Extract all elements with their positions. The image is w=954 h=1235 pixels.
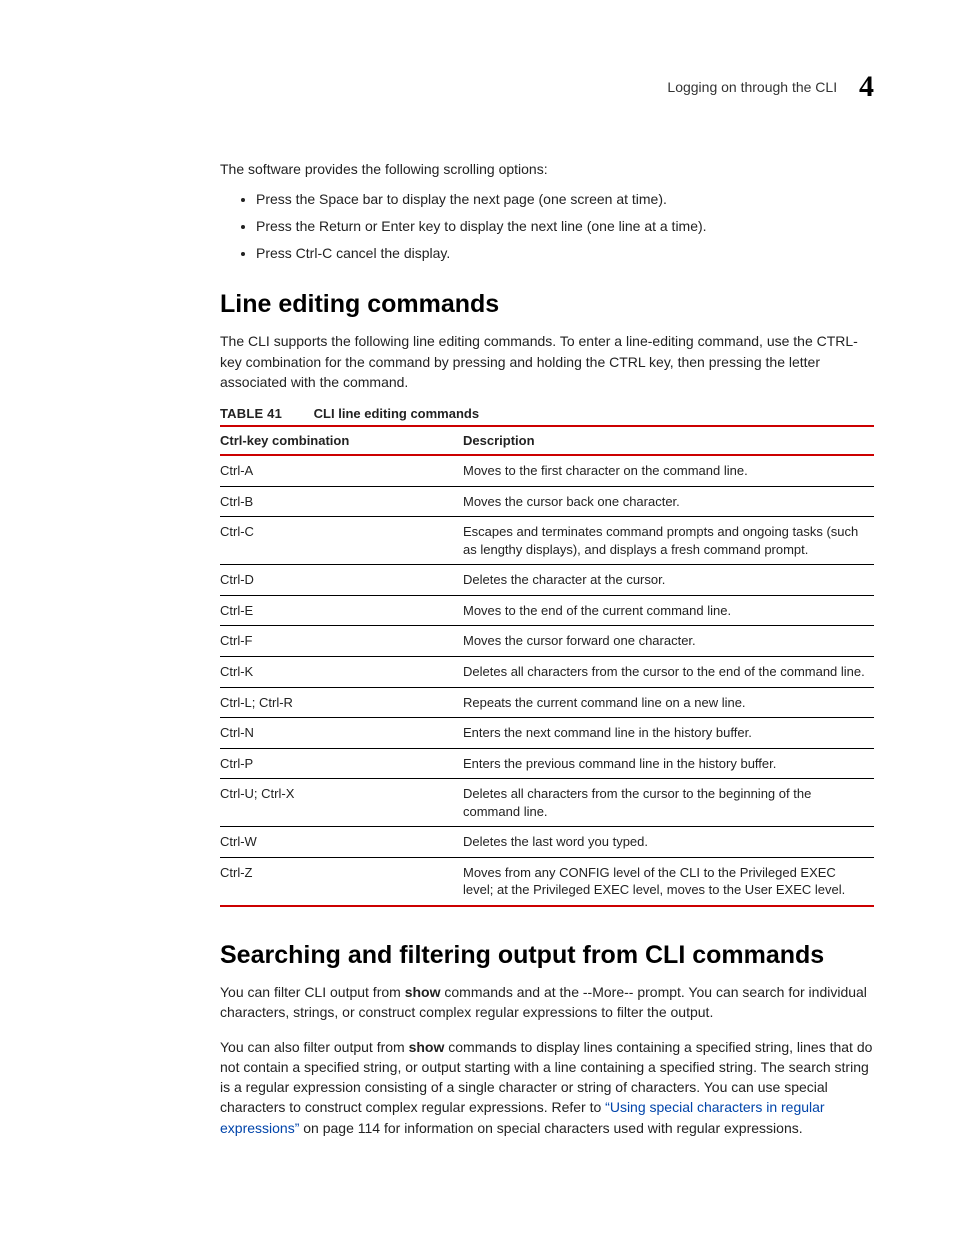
- cell-desc: Deletes all characters from the cursor t…: [463, 779, 874, 827]
- table-row: Ctrl-NEnters the next command line in th…: [220, 718, 874, 749]
- chapter-number: 4: [859, 70, 874, 103]
- cell-key: Ctrl-D: [220, 565, 463, 596]
- show-keyword: show: [409, 1039, 445, 1055]
- cell-desc: Deletes the character at the cursor.: [463, 565, 874, 596]
- table-caption: TABLE 41 CLI line editing commands: [220, 406, 874, 421]
- table-row: Ctrl-CEscapes and terminates command pro…: [220, 517, 874, 565]
- section2-para1: You can filter CLI output from show comm…: [220, 982, 874, 1023]
- table-header-desc: Description: [463, 426, 874, 455]
- cell-key: Ctrl-W: [220, 827, 463, 858]
- cell-desc: Enters the next command line in the hist…: [463, 718, 874, 749]
- table-row: Ctrl-EMoves to the end of the current co…: [220, 595, 874, 626]
- table-row: Ctrl-WDeletes the last word you typed.: [220, 827, 874, 858]
- table-header-row: Ctrl-key combination Description: [220, 426, 874, 455]
- cell-key: Ctrl-A: [220, 455, 463, 486]
- intro-bullet: Press Ctrl-C cancel the display.: [256, 243, 874, 264]
- table-row: Ctrl-ZMoves from any CONFIG level of the…: [220, 857, 874, 906]
- table-header-key: Ctrl-key combination: [220, 426, 463, 455]
- table-row: Ctrl-U; Ctrl-XDeletes all characters fro…: [220, 779, 874, 827]
- table-row: Ctrl-PEnters the previous command line i…: [220, 748, 874, 779]
- cell-desc: Moves the cursor forward one character.: [463, 626, 874, 657]
- table-body: Ctrl-AMoves to the first character on th…: [220, 455, 874, 906]
- cell-key: Ctrl-Z: [220, 857, 463, 906]
- table-row: Ctrl-L; Ctrl-RRepeats the current comman…: [220, 687, 874, 718]
- intro-bullet: Press the Return or Enter key to display…: [256, 216, 874, 237]
- cell-desc: Deletes all characters from the cursor t…: [463, 657, 874, 688]
- section-heading-line-editing: Line editing commands: [220, 290, 874, 319]
- cell-desc: Repeats the current command line on a ne…: [463, 687, 874, 718]
- cell-desc: Escapes and terminates command prompts a…: [463, 517, 874, 565]
- table-row: Ctrl-AMoves to the first character on th…: [220, 455, 874, 486]
- table-row: Ctrl-FMoves the cursor forward one chara…: [220, 626, 874, 657]
- text: on page 114 for information on special c…: [299, 1120, 802, 1136]
- table-row: Ctrl-DDeletes the character at the curso…: [220, 565, 874, 596]
- cell-desc: Moves the cursor back one character.: [463, 486, 874, 517]
- cell-key: Ctrl-N: [220, 718, 463, 749]
- text: You can filter CLI output from: [220, 984, 405, 1000]
- cell-key: Ctrl-B: [220, 486, 463, 517]
- cell-desc: Deletes the last word you typed.: [463, 827, 874, 858]
- intro-lead: The software provides the following scro…: [220, 159, 874, 179]
- cell-key: Ctrl-F: [220, 626, 463, 657]
- cell-desc: Moves to the first character on the comm…: [463, 455, 874, 486]
- cli-table: Ctrl-key combination Description Ctrl-AM…: [220, 425, 874, 907]
- table-row: Ctrl-KDeletes all characters from the cu…: [220, 657, 874, 688]
- show-keyword: show: [405, 984, 441, 1000]
- table-label: TABLE 41: [220, 406, 282, 421]
- section1-para: The CLI supports the following line edit…: [220, 331, 874, 392]
- running-header: Logging on through the CLI 4: [220, 70, 874, 104]
- cell-desc: Moves to the end of the current command …: [463, 595, 874, 626]
- cell-desc: Moves from any CONFIG level of the CLI t…: [463, 857, 874, 906]
- section2-para2: You can also filter output from show com…: [220, 1037, 874, 1138]
- cell-key: Ctrl-P: [220, 748, 463, 779]
- running-header-title: Logging on through the CLI: [667, 79, 837, 95]
- cell-key: Ctrl-E: [220, 595, 463, 626]
- page: Logging on through the CLI 4 The softwar…: [0, 0, 954, 1235]
- section-heading-search-filter: Searching and filtering output from CLI …: [220, 941, 874, 970]
- cell-key: Ctrl-L; Ctrl-R: [220, 687, 463, 718]
- table-title: CLI line editing commands: [314, 406, 479, 421]
- table-row: Ctrl-BMoves the cursor back one characte…: [220, 486, 874, 517]
- cell-key: Ctrl-U; Ctrl-X: [220, 779, 463, 827]
- intro-bullets: Press the Space bar to display the next …: [220, 189, 874, 264]
- cell-key: Ctrl-K: [220, 657, 463, 688]
- cell-desc: Enters the previous command line in the …: [463, 748, 874, 779]
- cell-key: Ctrl-C: [220, 517, 463, 565]
- text: You can also filter output from: [220, 1039, 409, 1055]
- intro-bullet: Press the Space bar to display the next …: [256, 189, 874, 210]
